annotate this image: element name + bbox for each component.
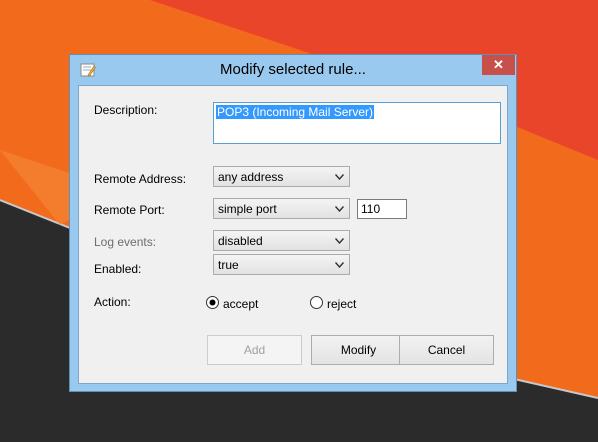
log-events-label: Log events: <box>94 235 157 249</box>
dialog-body: Description: POP3 (Incoming Mail Server)… <box>78 85 508 384</box>
port-number-input[interactable]: 110 <box>357 199 407 219</box>
radio-reject[interactable] <box>310 296 323 309</box>
radio-accept[interactable] <box>206 296 219 309</box>
radio-accept-label[interactable]: accept <box>223 297 258 311</box>
action-label: Action: <box>94 295 131 309</box>
dialog-title: Modify selected rule... <box>220 61 366 78</box>
description-label: Description: <box>94 103 158 117</box>
chevron-down-icon <box>335 174 344 180</box>
modify-button[interactable]: Modify <box>311 335 406 365</box>
remote-port-value: simple port <box>218 202 277 216</box>
enabled-label: Enabled: <box>94 262 142 276</box>
description-field[interactable]: POP3 (Incoming Mail Server) <box>213 102 501 144</box>
modify-rule-dialog: Modify selected rule... ✕ Description: P… <box>69 54 517 392</box>
title-bar[interactable]: Modify selected rule... ✕ <box>70 55 516 85</box>
cancel-button[interactable]: Cancel <box>399 335 494 365</box>
enabled-value: true <box>218 258 239 272</box>
add-button[interactable]: Add <box>207 335 302 365</box>
remote-address-select[interactable]: any address <box>213 166 350 187</box>
radio-reject-label[interactable]: reject <box>327 297 356 311</box>
close-icon: ✕ <box>493 57 504 72</box>
chevron-down-icon <box>335 238 344 244</box>
remote-port-label: Remote Port: <box>94 203 165 217</box>
chevron-down-icon <box>335 206 344 212</box>
remote-port-select[interactable]: simple port <box>213 198 350 219</box>
remote-address-label: Remote Address: <box>94 172 187 186</box>
log-events-select[interactable]: disabled <box>213 230 350 251</box>
remote-address-value: any address <box>218 170 284 184</box>
close-button[interactable]: ✕ <box>482 55 515 75</box>
enabled-select[interactable]: true <box>213 254 350 275</box>
chevron-down-icon <box>335 262 344 268</box>
description-value: POP3 (Incoming Mail Server) <box>216 105 375 119</box>
log-events-value: disabled <box>218 234 263 248</box>
